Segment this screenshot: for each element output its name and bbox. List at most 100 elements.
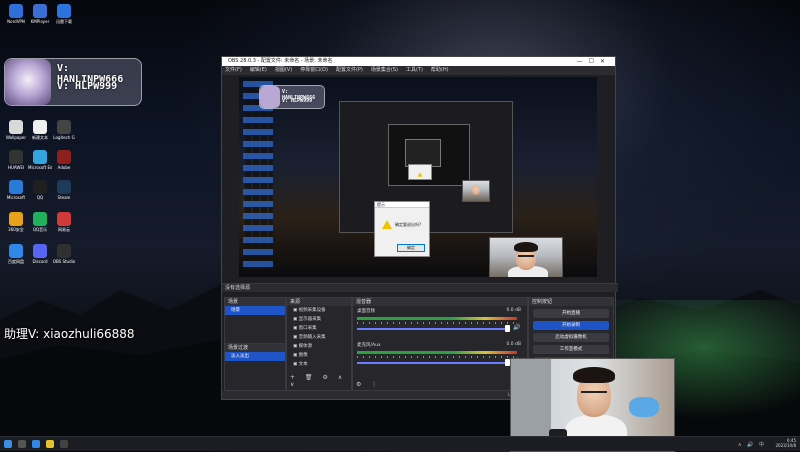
transitions-panel[interactable]: 场景过渡 淡入淡出 xyxy=(224,343,286,391)
warning-icon xyxy=(382,220,392,229)
volume-slider-handle[interactable] xyxy=(505,325,510,332)
obs-preview[interactable]: V: HANLINPW666 V: HLPW999 提示 确定要退出吗? 确定 xyxy=(239,77,597,277)
sources-panel[interactable]: 来源 ▣ 视频采集设备 ▣ 显示器采集 ▣ 窗口采集 ▣ 音频输入采集 ▣ 媒体源 ▣ 图… xyxy=(286,297,352,391)
mixer-channel-mic[interactable]: 麦克风/Aux 0.0 dB 🔊 xyxy=(353,340,527,374)
meter-scale xyxy=(357,322,517,324)
desktop-icon[interactable]: KMPlayer xyxy=(28,4,52,24)
mixer-toolbar[interactable]: ⚙ ⋮ xyxy=(356,381,381,388)
app-icon xyxy=(57,244,71,258)
studio-mode-button[interactable]: 工作室模式 xyxy=(533,345,609,354)
anime-avatar xyxy=(5,59,51,105)
obs-window[interactable]: OBS 28.0.3 - 配置文件: 未命名 - 场景: 未命名 —☐✕ 文件(… xyxy=(221,56,618,400)
menu-item[interactable]: 文件(F) xyxy=(225,67,242,73)
menu-item[interactable]: 工具(T) xyxy=(406,67,423,73)
desktop-icon-label: Steam xyxy=(57,195,71,200)
desktop-icon-label: OBS Studio xyxy=(52,259,76,264)
source-item[interactable]: ▣ 文本 xyxy=(287,360,351,369)
window-controls[interactable]: —☐✕ xyxy=(577,57,611,66)
search-icon[interactable] xyxy=(18,440,26,448)
obs-taskbar-icon[interactable] xyxy=(60,440,68,448)
desktop-icon[interactable]: Steam xyxy=(52,180,76,200)
transitions-header: 场景过渡 xyxy=(225,344,285,352)
virtual-camera-button[interactable]: 启动虚拟摄像机 xyxy=(533,333,609,342)
desktop-icon-label: 网易云 xyxy=(58,227,70,232)
desktop-icon[interactable]: Wallpaper xyxy=(4,120,28,140)
desktop-icon[interactable]: QQ xyxy=(28,180,52,200)
menu-item[interactable]: 停靠窗口(D) xyxy=(300,67,328,73)
desktop-icon[interactable]: 迅雷下载 xyxy=(52,4,76,24)
app-icon xyxy=(33,120,47,134)
windows-taskbar[interactable]: ∧ 🔊 中 6:45 2023/10/8 xyxy=(0,436,800,451)
start-menu-icon[interactable] xyxy=(4,440,12,448)
source-item[interactable]: ▣ 显示器采集 xyxy=(287,315,351,324)
app-icon xyxy=(9,212,23,226)
taskbar-clock[interactable]: 6:45 2023/10/8 xyxy=(775,438,796,448)
speaker-icon[interactable]: 🔊 xyxy=(513,324,520,331)
app-icon xyxy=(33,4,47,18)
mixer-header: 混音器 xyxy=(353,298,527,306)
volume-slider-mic[interactable] xyxy=(357,362,507,364)
desktop-icon-label: Discord xyxy=(32,259,48,264)
channel-db-mic: 0.0 dB xyxy=(506,342,521,347)
system-tray[interactable]: ∧ 🔊 中 xyxy=(738,441,766,448)
app-icon xyxy=(57,212,71,226)
level-meter-desktop xyxy=(357,317,517,320)
mixer-channel-desktop[interactable]: 桌面音频 0.0 dB 🔊 xyxy=(353,306,527,340)
person-hair xyxy=(573,367,615,383)
desktop-icon[interactable]: Microsoft xyxy=(4,180,28,200)
desktop-icon[interactable]: QQ音乐 xyxy=(28,212,52,232)
plush-toy xyxy=(629,397,659,417)
desktop-icon[interactable]: 360安全 xyxy=(4,212,28,232)
channel-name-mic: 麦克风/Aux xyxy=(357,343,381,348)
desktop-icon[interactable]: NordVPN xyxy=(4,4,28,24)
assistant-contact: 助理V: xiaozhuli66888 xyxy=(4,327,135,341)
desktop-icon[interactable]: Adobe xyxy=(52,150,76,170)
obs-titlebar[interactable]: OBS 28.0.3 - 配置文件: 未命名 - 场景: 未命名 —☐✕ xyxy=(222,57,615,66)
desktop-icon[interactable]: Discord xyxy=(28,244,52,264)
app-icon xyxy=(33,180,47,194)
app-icon xyxy=(9,180,23,194)
preview-desktop-icons xyxy=(243,81,273,271)
volume-slider-desktop[interactable] xyxy=(357,328,507,330)
dialog-message: 确定要退出吗? xyxy=(395,222,422,227)
menu-item[interactable]: 视图(V) xyxy=(275,67,292,73)
desktop-icon[interactable]: OBS Studio xyxy=(52,244,76,264)
app-icon xyxy=(57,120,71,134)
audio-mixer-panel[interactable]: 混音器 桌面音频 0.0 dB 🔊 麦克风/Aux 0.0 dB 🔊 ⚙ ⋮ xyxy=(352,297,528,391)
desktop-icon[interactable]: 新建文本 xyxy=(28,120,52,140)
desktop-icon[interactable]: HUAWEI xyxy=(4,150,28,170)
menu-item[interactable]: 场景集合(S) xyxy=(371,67,398,73)
preview-watermark-line-2: V: HLPW999 xyxy=(282,98,313,104)
sources-toolbar[interactable]: + 🗑 ⚙ ∧ ∨ xyxy=(290,374,351,388)
source-item[interactable]: ▣ 窗口采集 xyxy=(287,324,351,333)
menu-item[interactable]: 编辑(E) xyxy=(250,67,267,73)
transition-item[interactable]: 淡入淡出 xyxy=(225,352,285,361)
webcam-source-overlay[interactable] xyxy=(489,237,563,277)
dialog-ok-button[interactable]: 确定 xyxy=(397,244,425,252)
desktop-icon[interactable]: 百度网盘 xyxy=(4,244,28,264)
source-item[interactable]: ▣ 图像 xyxy=(287,351,351,360)
desktop-icon-label: QQ xyxy=(36,195,44,200)
app-icon xyxy=(9,150,23,164)
explorer-taskbar-icon[interactable] xyxy=(46,440,54,448)
desktop-icon[interactable]: Logitech G xyxy=(52,120,76,140)
source-item[interactable]: ▣ 视频采集设备 xyxy=(287,306,351,315)
menu-item[interactable]: 配置文件(P) xyxy=(336,67,363,73)
source-item[interactable]: ▣ 媒体源 xyxy=(287,342,351,351)
source-item[interactable]: ▣ 音频输入采集 xyxy=(287,333,351,342)
sources-header: 来源 xyxy=(287,298,351,306)
app-icon xyxy=(57,150,71,164)
start-streaming-button[interactable]: 开始直播 xyxy=(533,309,609,318)
scene-item[interactable]: 场景 xyxy=(225,306,285,315)
scenes-header: 场景 xyxy=(225,298,285,306)
exit-confirm-dialog[interactable]: 提示 确定要退出吗? 确定 xyxy=(374,201,430,257)
desktop-icon[interactable]: 网易云 xyxy=(52,212,76,232)
menu-item[interactable]: 帮助(H) xyxy=(431,67,449,73)
sources-list: ▣ 视频采集设备 ▣ 显示器采集 ▣ 窗口采集 ▣ 音频输入采集 ▣ 媒体源 ▣ 图像 ▣ … xyxy=(287,306,351,369)
desktop-icon[interactable]: Microsoft Edge xyxy=(28,150,52,170)
edge-taskbar-icon[interactable] xyxy=(32,440,40,448)
obs-title: OBS 28.0.3 - 配置文件: 未命名 - 场景: 未命名 xyxy=(228,58,333,64)
desktop-icon-label: Adobe xyxy=(57,165,71,170)
start-recording-button[interactable]: 开始录制 xyxy=(533,321,609,330)
obs-menubar: 文件(F) 编辑(E) 视图(V) 停靠窗口(D) 配置文件(P) 场景集合(S) 工具(T… xyxy=(222,66,615,75)
